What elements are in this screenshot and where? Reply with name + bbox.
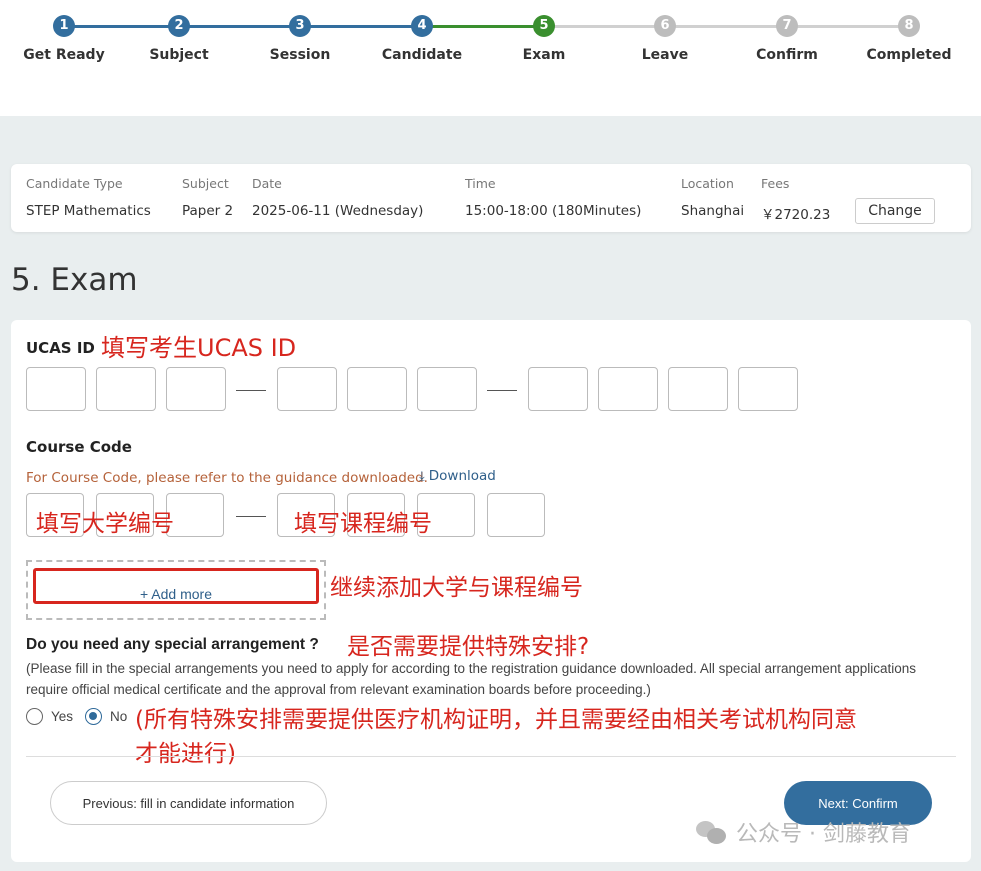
step-number: 1 [53, 15, 75, 37]
wechat-icon [696, 819, 728, 845]
add-more-button[interactable]: + Add more [33, 568, 319, 604]
step-completed: 8 Completed [849, 15, 969, 63]
course-code-hint: For Course Code, please refer to the gui… [26, 470, 428, 486]
course-code-input[interactable] [487, 493, 545, 537]
step-label: Subject [149, 47, 209, 63]
summary-subject: Subject Paper 2 [182, 176, 233, 219]
exam-summary-card: Candidate Type STEP Mathematics Subject … [11, 164, 971, 232]
summary-value: ￥2720.23 [761, 207, 831, 223]
summary-value: STEP Mathematics [26, 203, 151, 219]
summary-label: Time [465, 176, 496, 191]
step-label: Get Ready [23, 47, 105, 63]
page-title: 5. Exam [11, 262, 138, 298]
download-label: Download [428, 468, 496, 484]
radio-no-label: No [110, 709, 128, 724]
ucas-id-label: UCAS ID [26, 339, 95, 357]
ucas-digit-input[interactable] [417, 367, 477, 411]
step-label: Leave [641, 47, 689, 63]
summary-label: Location [681, 176, 734, 191]
ucas-digit-input[interactable] [738, 367, 798, 411]
add-more-container: + Add more [26, 560, 326, 620]
course-code-annotation: 填写课程编号 [294, 511, 432, 537]
step-number: 8 [898, 15, 920, 37]
form-divider [26, 756, 956, 757]
radio-yes-label: Yes [51, 709, 74, 724]
ucas-digit-input[interactable] [277, 367, 337, 411]
ucas-digit-input[interactable] [598, 367, 658, 411]
ucas-separator [487, 390, 517, 391]
step-label: Confirm [756, 47, 818, 63]
step-number: 6 [654, 15, 676, 37]
step-label: Session [269, 47, 331, 63]
radio-yes[interactable] [26, 708, 43, 725]
course-code-label: Course Code [26, 438, 132, 456]
progress-stepper: 1 Get Ready 2 Subject 3 Session 4 Candid… [0, 0, 981, 116]
step-number: 2 [168, 15, 190, 37]
step-number: 5 [533, 15, 555, 37]
university-code-input[interactable] [166, 493, 224, 537]
step-confirm: 7 Confirm [727, 15, 847, 63]
course-separator [236, 516, 266, 517]
ucas-digit-input[interactable] [347, 367, 407, 411]
ucas-separator [236, 390, 266, 391]
watermark-text: 公众号 · 剑藤教育 [736, 822, 911, 847]
university-code-annotation: 填写大学编号 [36, 511, 174, 537]
summary-time: Time 15:00-18:00 (180Minutes) [465, 176, 641, 219]
step-number: 7 [776, 15, 798, 37]
summary-date: Date 2025-06-11 (Wednesday) [252, 176, 423, 219]
step-number: 4 [411, 15, 433, 37]
summary-value: Shanghai [681, 203, 745, 219]
summary-label: Candidate Type [26, 176, 123, 191]
step-label: Candidate [381, 47, 463, 63]
special-note-annotation-line2: 才能进行) [135, 741, 236, 767]
previous-button[interactable]: Previous: fill in candidate information [50, 781, 327, 825]
watermark: 公众号 · 剑藤教育 [696, 816, 911, 848]
ucas-annotation: 填写考生UCAS ID [101, 334, 297, 362]
summary-value: 2025-06-11 (Wednesday) [252, 203, 424, 219]
summary-label: Subject [182, 176, 229, 191]
summary-fees: Fees ￥2720.23 [761, 176, 830, 223]
ucas-digit-input[interactable] [26, 367, 86, 411]
radio-no[interactable] [85, 708, 103, 725]
step-session[interactable]: 3 Session [240, 15, 360, 63]
step-number: 3 [289, 15, 311, 37]
download-icon: ⤓ [419, 469, 425, 484]
add-more-annotation: 继续添加大学与课程编号 [330, 575, 583, 601]
change-button[interactable]: Change [855, 198, 935, 224]
step-leave: 6 Leave [605, 15, 725, 63]
step-subject[interactable]: 2 Subject [119, 15, 239, 63]
summary-value: Paper 2 [182, 203, 234, 219]
special-note-annotation-line1: (所有特殊安排需要提供医疗机构证明，并且需要经由相关考试机构同意 [135, 707, 857, 733]
ucas-digit-input[interactable] [668, 367, 728, 411]
step-candidate[interactable]: 4 Candidate [362, 15, 482, 63]
step-get-ready[interactable]: 1 Get Ready [4, 15, 124, 63]
ucas-digit-input[interactable] [166, 367, 226, 411]
summary-candidate-type: Candidate Type STEP Mathematics [26, 176, 151, 219]
ucas-digit-input[interactable] [528, 367, 588, 411]
special-arrangement-question: Do you need any special arrangement ? [26, 636, 319, 653]
special-arrangement-description: (Please fill in the special arrangements… [26, 661, 917, 697]
step-label: Exam [522, 47, 566, 63]
step-exam: 5 Exam [484, 15, 604, 63]
step-label: Completed [866, 47, 952, 63]
download-link[interactable]: ⤓ Download [419, 468, 496, 484]
summary-value: 15:00-18:00 (180Minutes) [465, 203, 642, 219]
summary-label: Fees [761, 176, 790, 191]
summary-location: Location Shanghai [681, 176, 744, 219]
ucas-digit-input[interactable] [96, 367, 156, 411]
special-arrangement-annotation: 是否需要提供特殊安排? [347, 634, 590, 660]
exam-form-card: UCAS ID 填写考生UCAS ID Course Code For Cour… [11, 320, 971, 862]
special-arrangement-options: Yes No [26, 708, 139, 725]
summary-label: Date [252, 176, 282, 191]
